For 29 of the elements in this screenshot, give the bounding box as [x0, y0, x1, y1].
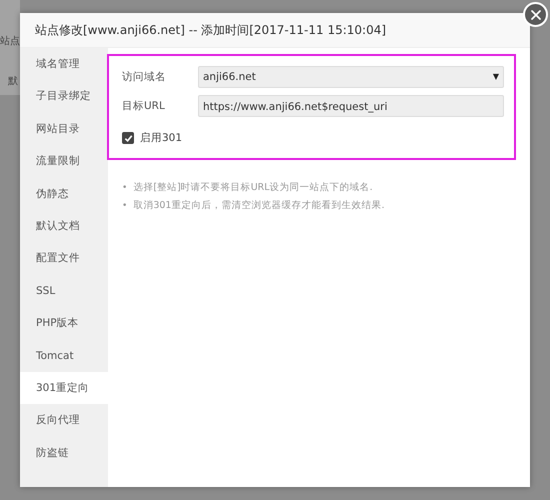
tip-text: 取消301重定向后，需清空浏览器缓存才能看到生效结果.	[133, 200, 384, 212]
bullet: •	[122, 200, 128, 212]
checkbox[interactable]	[122, 132, 134, 144]
background-text: 默	[8, 75, 18, 88]
sidebar-item[interactable]: 域名管理	[20, 48, 108, 80]
close-icon	[530, 8, 542, 20]
url-field[interactable]: https://www.anji66.net$request_uri	[198, 94, 504, 116]
sidebar-item[interactable]: SSL	[20, 274, 108, 308]
field-label: 访问域名	[122, 70, 167, 84]
bullet: •	[122, 182, 128, 194]
dialog-title: 站点修改[www.anji66.net] -- 添加时间[2017-11-11 15:10:04]	[20, 13, 530, 48]
sidebar-item[interactable]: 默认文档	[20, 210, 108, 242]
field-label: 目标URL	[122, 98, 166, 112]
close-button[interactable]	[523, 2, 548, 27]
sidebar-item[interactable]: 301重定向	[20, 372, 108, 404]
sidebar-item[interactable]: Tomcat	[20, 340, 108, 372]
checkbox-label: 启用301	[140, 131, 182, 145]
sidebar-item[interactable]: 流量限制	[20, 145, 108, 178]
tip-text: 选择[整站]时请不要将目标URL设为同一站点下的域名.	[133, 182, 373, 194]
background-text: 站点	[0, 34, 20, 48]
domain-select[interactable]: anji66.net ▼	[198, 66, 504, 88]
sidebar-item[interactable]: 网站目录	[20, 112, 108, 146]
sidebar-item[interactable]: 反向代理	[20, 404, 108, 437]
sidebar-item[interactable]: 防盗链	[20, 436, 108, 470]
sidebar-item[interactable]: PHP版本	[20, 307, 108, 340]
sidebar-item[interactable]: 伪静态	[20, 178, 108, 210]
sidebar-item[interactable]: 子目录绑定	[20, 80, 108, 113]
caret-icon: ▼	[492, 66, 499, 88]
sidebar-item[interactable]: 配置文件	[20, 242, 108, 275]
